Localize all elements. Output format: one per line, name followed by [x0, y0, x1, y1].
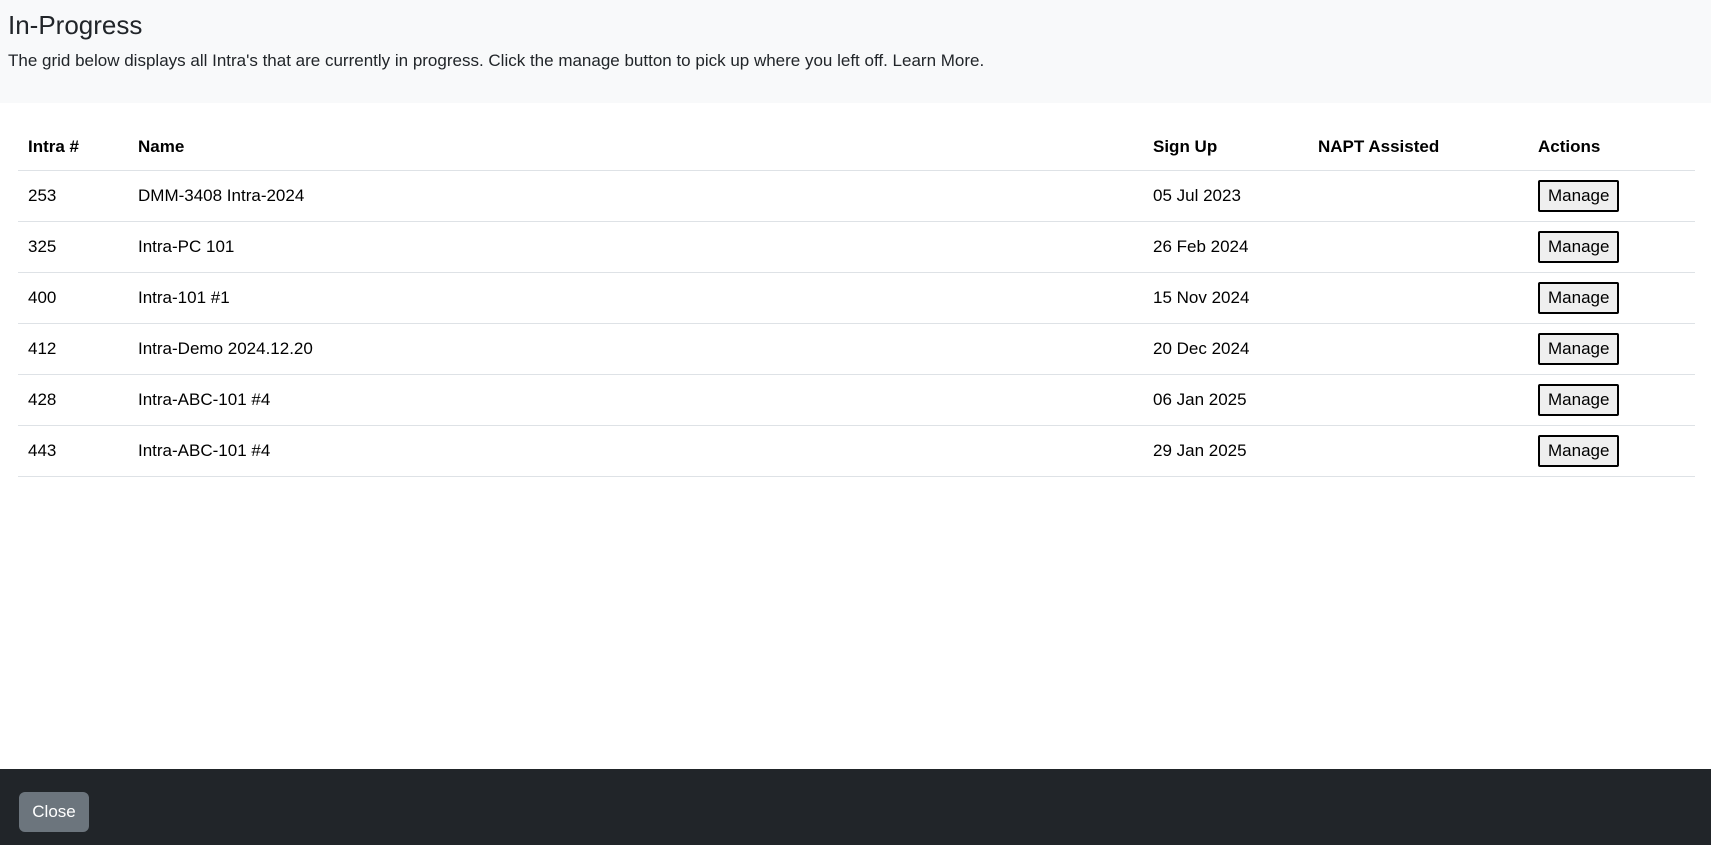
cell-napt-assisted: [1308, 170, 1528, 222]
table-row: 253 DMM-3408 Intra-2024 05 Jul 2023 Mana…: [18, 170, 1695, 222]
cell-intra-num: 412: [18, 323, 128, 375]
table-row: 412 Intra-Demo 2024.12.20 20 Dec 2024 Ma…: [18, 323, 1695, 375]
cell-name: DMM-3408 Intra-2024: [128, 170, 1143, 222]
cell-sign-up: 29 Jan 2025: [1143, 425, 1308, 477]
manage-button[interactable]: Manage: [1538, 333, 1620, 365]
close-button[interactable]: Close: [19, 792, 89, 832]
manage-button[interactable]: Manage: [1538, 282, 1620, 314]
table-row: 428 Intra-ABC-101 #4 06 Jan 2025 Manage: [18, 374, 1695, 426]
in-progress-dialog: In-Progress The grid below displays all …: [0, 0, 1711, 845]
cell-sign-up: 06 Jan 2025: [1143, 374, 1308, 426]
cell-sign-up: 26 Feb 2024: [1143, 221, 1308, 273]
manage-button[interactable]: Manage: [1538, 435, 1620, 467]
table-row: 325 Intra-PC 101 26 Feb 2024 Manage: [18, 221, 1695, 273]
cell-napt-assisted: [1308, 221, 1528, 273]
column-header-napt-assisted: NAPT Assisted: [1308, 123, 1528, 171]
cell-actions: Manage: [1528, 323, 1695, 375]
page-description: The grid below displays all Intra's that…: [8, 51, 985, 70]
cell-name: Intra-Demo 2024.12.20: [128, 323, 1143, 375]
cell-intra-num: 400: [18, 272, 128, 324]
header-panel: In-Progress The grid below displays all …: [0, 0, 1711, 103]
cell-napt-assisted: [1308, 374, 1528, 426]
page-title: In-Progress: [8, 10, 143, 40]
cell-intra-num: 443: [18, 425, 128, 477]
cell-intra-num: 428: [18, 374, 128, 426]
cell-napt-assisted: [1308, 272, 1528, 324]
column-header-sign-up: Sign Up: [1143, 123, 1308, 171]
in-progress-grid: Intra # Name Sign Up NAPT Assisted Actio…: [18, 123, 1695, 477]
manage-button[interactable]: Manage: [1538, 231, 1620, 263]
cell-intra-num: 253: [18, 170, 128, 222]
cell-actions: Manage: [1528, 425, 1695, 477]
cell-name: Intra-PC 101: [128, 221, 1143, 273]
cell-name: Intra-101 #1: [128, 272, 1143, 324]
cell-napt-assisted: [1308, 323, 1528, 375]
footer-bar: Close: [0, 769, 1711, 845]
cell-intra-num: 325: [18, 221, 128, 273]
cell-actions: Manage: [1528, 272, 1695, 324]
table-header-row: Intra # Name Sign Up NAPT Assisted Actio…: [18, 123, 1695, 171]
manage-button[interactable]: Manage: [1538, 384, 1620, 416]
manage-button[interactable]: Manage: [1538, 180, 1620, 212]
cell-actions: Manage: [1528, 221, 1695, 273]
column-header-actions: Actions: [1528, 123, 1695, 171]
cell-sign-up: 05 Jul 2023: [1143, 170, 1308, 222]
column-header-name: Name: [128, 123, 1143, 171]
table-row: 400 Intra-101 #1 15 Nov 2024 Manage: [18, 272, 1695, 324]
cell-sign-up: 20 Dec 2024: [1143, 323, 1308, 375]
cell-name: Intra-ABC-101 #4: [128, 374, 1143, 426]
cell-name: Intra-ABC-101 #4: [128, 425, 1143, 477]
cell-actions: Manage: [1528, 374, 1695, 426]
cell-napt-assisted: [1308, 425, 1528, 477]
intra-table: Intra # Name Sign Up NAPT Assisted Actio…: [18, 123, 1695, 477]
cell-actions: Manage: [1528, 170, 1695, 222]
table-row: 443 Intra-ABC-101 #4 29 Jan 2025 Manage: [18, 425, 1695, 477]
cell-sign-up: 15 Nov 2024: [1143, 272, 1308, 324]
column-header-intra-num: Intra #: [18, 123, 128, 171]
